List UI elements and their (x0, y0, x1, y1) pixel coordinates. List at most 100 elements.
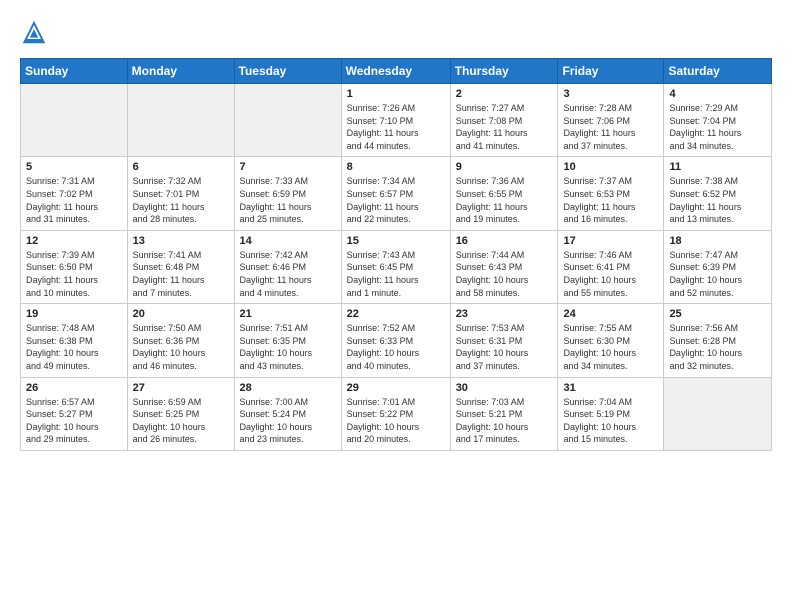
day-info: Sunrise: 7:41 AM Sunset: 6:48 PM Dayligh… (133, 249, 229, 299)
calendar-cell: 23 Sunrise: 7:53 AM Sunset: 6:31 PM Dayli… (450, 304, 558, 377)
page: SundayMondayTuesdayWednesdayThursdayFrid… (0, 0, 792, 612)
weekday-header-saturday: Saturday (664, 59, 772, 84)
logo-icon (20, 18, 48, 46)
day-number: 12 (26, 235, 122, 247)
day-info: Sunrise: 7:52 AM Sunset: 6:33 PM Dayligh… (347, 322, 445, 372)
day-number: 28 (240, 382, 336, 394)
day-info: Sunrise: 7:44 AM Sunset: 6:43 PM Dayligh… (456, 249, 553, 299)
day-info: Sunrise: 7:38 AM Sunset: 6:52 PM Dayligh… (669, 175, 766, 225)
calendar-cell: 14 Sunrise: 7:42 AM Sunset: 6:46 PM Dayli… (234, 230, 341, 303)
calendar-cell: 8 Sunrise: 7:34 AM Sunset: 6:57 PM Daylig… (341, 157, 450, 230)
calendar-cell: 15 Sunrise: 7:43 AM Sunset: 6:45 PM Dayli… (341, 230, 450, 303)
calendar-week-4: 19 Sunrise: 7:48 AM Sunset: 6:38 PM Dayli… (21, 304, 772, 377)
calendar-cell (664, 377, 772, 450)
day-info: Sunrise: 7:31 AM Sunset: 7:02 PM Dayligh… (26, 175, 122, 225)
calendar-cell: 12Sunrise: 7:39 AM Sunset: 6:50 PM Dayli… (21, 230, 128, 303)
weekday-header-monday: Monday (127, 59, 234, 84)
day-number: 7 (240, 161, 336, 173)
calendar-cell: 17 Sunrise: 7:46 AM Sunset: 6:41 PM Dayli… (558, 230, 664, 303)
day-info: Sunrise: 7:27 AM Sunset: 7:08 PM Dayligh… (456, 102, 553, 152)
calendar-cell: 22 Sunrise: 7:52 AM Sunset: 6:33 PM Dayli… (341, 304, 450, 377)
calendar-cell: 13Sunrise: 7:41 AM Sunset: 6:48 PM Dayli… (127, 230, 234, 303)
day-number: 5 (26, 161, 122, 173)
day-info: Sunrise: 7:33 AM Sunset: 6:59 PM Dayligh… (240, 175, 336, 225)
calendar-week-2: 5 Sunrise: 7:31 AM Sunset: 7:02 PM Daylig… (21, 157, 772, 230)
day-info: Sunrise: 7:48 AM Sunset: 6:38 PM Dayligh… (26, 322, 122, 372)
calendar-cell: 6Sunrise: 7:32 AM Sunset: 7:01 PM Daylig… (127, 157, 234, 230)
day-info: Sunrise: 7:51 AM Sunset: 6:35 PM Dayligh… (240, 322, 336, 372)
calendar-cell: 28 Sunrise: 7:00 AM Sunset: 5:24 PM Dayli… (234, 377, 341, 450)
day-info: Sunrise: 7:01 AM Sunset: 5:22 PM Dayligh… (347, 396, 445, 446)
calendar-cell: 29 Sunrise: 7:01 AM Sunset: 5:22 PM Dayli… (341, 377, 450, 450)
day-info: Sunrise: 7:04 AM Sunset: 5:19 PM Dayligh… (563, 396, 658, 446)
day-info: Sunrise: 7:34 AM Sunset: 6:57 PM Dayligh… (347, 175, 445, 225)
day-number: 17 (563, 235, 658, 247)
weekday-header-wednesday: Wednesday (341, 59, 450, 84)
day-number: 18 (669, 235, 766, 247)
day-number: 23 (456, 308, 553, 320)
day-number: 24 (563, 308, 658, 320)
calendar-cell: 30Sunrise: 7:03 AM Sunset: 5:21 PM Dayli… (450, 377, 558, 450)
day-number: 29 (347, 382, 445, 394)
calendar-cell (127, 84, 234, 157)
calendar-cell: 5 Sunrise: 7:31 AM Sunset: 7:02 PM Daylig… (21, 157, 128, 230)
day-info: Sunrise: 7:42 AM Sunset: 6:46 PM Dayligh… (240, 249, 336, 299)
day-info: Sunrise: 7:56 AM Sunset: 6:28 PM Dayligh… (669, 322, 766, 372)
day-number: 21 (240, 308, 336, 320)
day-number: 27 (133, 382, 229, 394)
calendar-week-3: 12Sunrise: 7:39 AM Sunset: 6:50 PM Dayli… (21, 230, 772, 303)
day-number: 22 (347, 308, 445, 320)
day-number: 19 (26, 308, 122, 320)
calendar-cell: 1 Sunrise: 7:26 AM Sunset: 7:10 PM Daylig… (341, 84, 450, 157)
calendar-cell: 7 Sunrise: 7:33 AM Sunset: 6:59 PM Daylig… (234, 157, 341, 230)
day-info: Sunrise: 6:57 AM Sunset: 5:27 PM Dayligh… (26, 396, 122, 446)
calendar-cell: 25Sunrise: 7:56 AM Sunset: 6:28 PM Dayli… (664, 304, 772, 377)
day-info: Sunrise: 7:26 AM Sunset: 7:10 PM Dayligh… (347, 102, 445, 152)
weekday-header-thursday: Thursday (450, 59, 558, 84)
calendar-cell: 20 Sunrise: 7:50 AM Sunset: 6:36 PM Dayli… (127, 304, 234, 377)
day-number: 1 (347, 88, 445, 100)
day-number: 10 (563, 161, 658, 173)
calendar-cell: 4 Sunrise: 7:29 AM Sunset: 7:04 PM Daylig… (664, 84, 772, 157)
day-number: 14 (240, 235, 336, 247)
weekday-header-friday: Friday (558, 59, 664, 84)
day-number: 4 (669, 88, 766, 100)
day-info: Sunrise: 7:00 AM Sunset: 5:24 PM Dayligh… (240, 396, 336, 446)
weekday-header-tuesday: Tuesday (234, 59, 341, 84)
day-number: 15 (347, 235, 445, 247)
day-number: 2 (456, 88, 553, 100)
calendar-cell: 2 Sunrise: 7:27 AM Sunset: 7:08 PM Daylig… (450, 84, 558, 157)
day-number: 30 (456, 382, 553, 394)
logo (20, 18, 52, 46)
calendar-cell: 10 Sunrise: 7:37 AM Sunset: 6:53 PM Dayli… (558, 157, 664, 230)
calendar: SundayMondayTuesdayWednesdayThursdayFrid… (20, 58, 772, 451)
calendar-cell (234, 84, 341, 157)
day-number: 3 (563, 88, 658, 100)
day-number: 26 (26, 382, 122, 394)
day-number: 11 (669, 161, 766, 173)
header (20, 18, 772, 46)
day-info: Sunrise: 7:50 AM Sunset: 6:36 PM Dayligh… (133, 322, 229, 372)
day-info: Sunrise: 7:53 AM Sunset: 6:31 PM Dayligh… (456, 322, 553, 372)
calendar-cell (21, 84, 128, 157)
day-info: Sunrise: 7:36 AM Sunset: 6:55 PM Dayligh… (456, 175, 553, 225)
calendar-cell: 27Sunrise: 6:59 AM Sunset: 5:25 PM Dayli… (127, 377, 234, 450)
calendar-cell: 31Sunrise: 7:04 AM Sunset: 5:19 PM Dayli… (558, 377, 664, 450)
calendar-cell: 3 Sunrise: 7:28 AM Sunset: 7:06 PM Daylig… (558, 84, 664, 157)
calendar-cell: 21 Sunrise: 7:51 AM Sunset: 6:35 PM Dayli… (234, 304, 341, 377)
day-number: 20 (133, 308, 229, 320)
day-info: Sunrise: 7:46 AM Sunset: 6:41 PM Dayligh… (563, 249, 658, 299)
calendar-cell: 19 Sunrise: 7:48 AM Sunset: 6:38 PM Dayli… (21, 304, 128, 377)
calendar-cell: 16Sunrise: 7:44 AM Sunset: 6:43 PM Dayli… (450, 230, 558, 303)
day-number: 8 (347, 161, 445, 173)
day-info: Sunrise: 7:37 AM Sunset: 6:53 PM Dayligh… (563, 175, 658, 225)
day-info: Sunrise: 7:43 AM Sunset: 6:45 PM Dayligh… (347, 249, 445, 299)
day-info: Sunrise: 7:28 AM Sunset: 7:06 PM Dayligh… (563, 102, 658, 152)
day-info: Sunrise: 7:47 AM Sunset: 6:39 PM Dayligh… (669, 249, 766, 299)
day-number: 9 (456, 161, 553, 173)
calendar-cell: 9 Sunrise: 7:36 AM Sunset: 6:55 PM Daylig… (450, 157, 558, 230)
weekday-header-row: SundayMondayTuesdayWednesdayThursdayFrid… (21, 59, 772, 84)
weekday-header-sunday: Sunday (21, 59, 128, 84)
calendar-week-1: 1 Sunrise: 7:26 AM Sunset: 7:10 PM Daylig… (21, 84, 772, 157)
day-info: Sunrise: 7:29 AM Sunset: 7:04 PM Dayligh… (669, 102, 766, 152)
